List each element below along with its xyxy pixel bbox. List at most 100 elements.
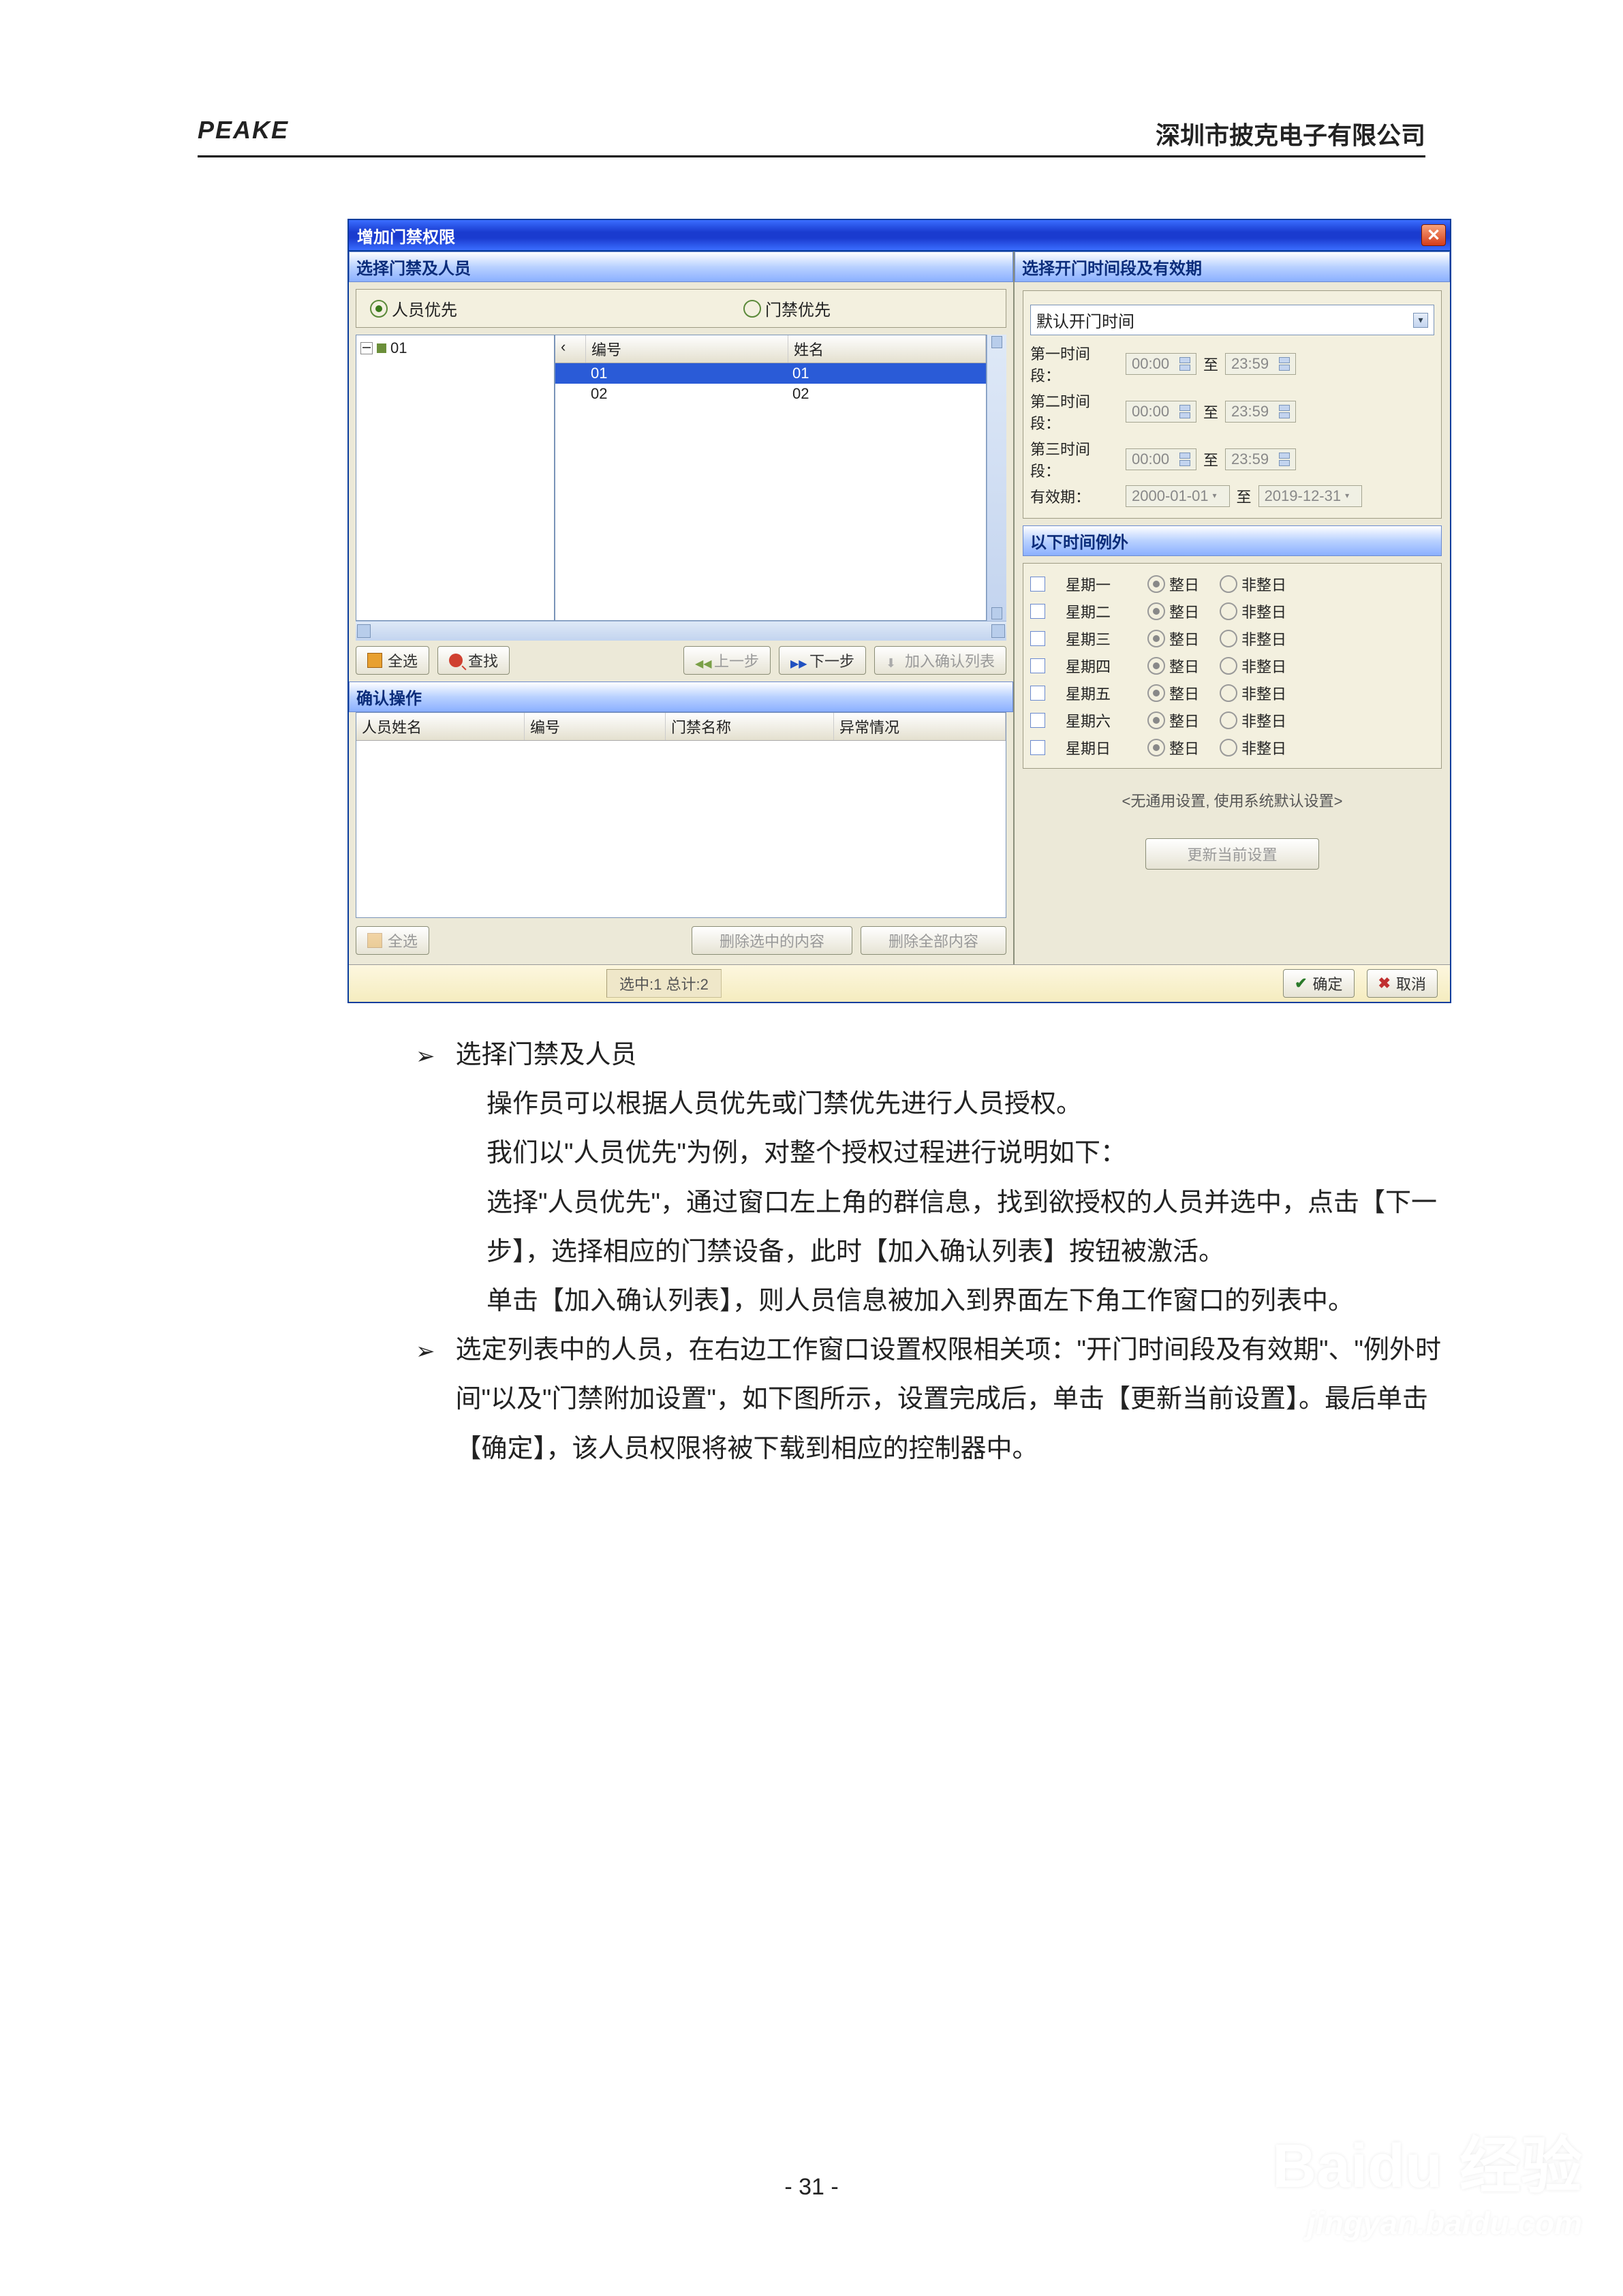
para1: 操作员可以根据人员优先或门禁优先进行人员授权。: [486, 1080, 1479, 1129]
radio-person-priority[interactable]: 人员优先: [370, 296, 457, 320]
radio-gate-label: 门禁优先: [765, 296, 831, 320]
radio-dot-icon: [1220, 602, 1237, 620]
radio-dot-icon: [743, 300, 761, 318]
select-all-button[interactable]: 全选: [356, 646, 429, 675]
fullday-radio[interactable]: 整日: [1147, 573, 1199, 595]
notfullday-label: 非整日: [1241, 573, 1286, 595]
list-row[interactable]: 01 01: [555, 363, 986, 384]
fullday-radio[interactable]: 整日: [1147, 709, 1199, 731]
person-list[interactable]: ‹ 编号 姓名 01 01 02: [555, 335, 987, 621]
fullday-radio[interactable]: 整日: [1147, 682, 1199, 704]
list-row[interactable]: 02 02: [555, 384, 986, 404]
fullday-label: 整日: [1169, 737, 1199, 759]
update-settings-button[interactable]: 更新当前设置: [1145, 838, 1318, 870]
radio-dot-icon: [1220, 575, 1237, 593]
chevron-down-icon: ▾: [1413, 313, 1428, 328]
tree-collapse-icon[interactable]: [360, 342, 373, 354]
notfullday-radio[interactable]: 非整日: [1220, 682, 1286, 704]
notfullday-radio[interactable]: 非整日: [1220, 573, 1286, 595]
update-label: 更新当前设置: [1187, 843, 1277, 865]
select-all-label: 全选: [388, 649, 418, 671]
weekday-label: 星期二: [1066, 600, 1127, 622]
vertical-scrollbar[interactable]: [987, 335, 1006, 621]
fullday-radio[interactable]: 整日: [1147, 655, 1199, 677]
fullday-label: 整日: [1169, 600, 1199, 622]
weekday-row: 星期三整日非整日: [1030, 625, 1434, 652]
document-body: ➢ 选择门禁及人员 操作员可以根据人员优先或门禁优先进行人员授权。 我们以"人员…: [416, 1030, 1479, 1473]
watermark-main: Baidu 经验: [1272, 2132, 1582, 2201]
radio-person-label: 人员优先: [392, 296, 457, 320]
confirm-table[interactable]: 人员姓名 编号 门禁名称 异常情况: [356, 712, 1006, 918]
radio-dot-icon: [1147, 684, 1165, 702]
weekday-checkbox[interactable]: [1030, 577, 1045, 592]
weekday-checkbox[interactable]: [1030, 631, 1045, 646]
delete-selected-button[interactable]: 删除选中的内容: [692, 926, 852, 955]
add-label: 加入确认列表: [905, 649, 995, 671]
weekday-checkbox[interactable]: [1030, 686, 1045, 701]
open-time-select[interactable]: 默认开门时间 ▾: [1030, 305, 1434, 335]
group-tree[interactable]: 01: [356, 335, 555, 621]
para2: 我们以"人员优先"为例，对整个授权过程进行说明如下：: [486, 1129, 1479, 1178]
right-section-header: 选择开门时间段及有效期: [1015, 251, 1450, 282]
t3-to-input[interactable]: 23:59: [1225, 448, 1296, 470]
notfullday-radio[interactable]: 非整日: [1220, 628, 1286, 649]
brand-text: PEAKE: [198, 116, 289, 151]
notfullday-label: 非整日: [1241, 682, 1286, 704]
confirm-section-header: 确认操作: [349, 682, 1013, 712]
fullday-label: 整日: [1169, 573, 1199, 595]
bullet1-title: 选择门禁及人员: [456, 1030, 637, 1080]
radio-gate-priority[interactable]: 门禁优先: [743, 296, 831, 320]
to-label: 至: [1203, 448, 1218, 470]
fullday-radio[interactable]: 整日: [1147, 600, 1199, 622]
chevron-left-icon[interactable]: ‹: [555, 335, 586, 363]
fullday-label: 整日: [1169, 682, 1199, 704]
week-exception-group: 星期一整日非整日星期二整日非整日星期三整日非整日星期四整日非整日星期五整日非整日…: [1023, 563, 1442, 769]
company-text: 深圳市披克电子有限公司: [1156, 116, 1425, 151]
fullday-radio[interactable]: 整日: [1147, 628, 1199, 649]
cell-name: 01: [787, 363, 986, 384]
notfullday-radio[interactable]: 非整日: [1220, 655, 1286, 677]
prev-label: 上一步: [714, 649, 759, 671]
weekday-checkbox[interactable]: [1030, 713, 1045, 728]
valid-to-input[interactable]: 2019-12-31▾: [1258, 485, 1363, 507]
list-header: ‹ 编号 姓名: [555, 335, 986, 363]
to-label: 至: [1237, 485, 1252, 507]
notfullday-radio[interactable]: 非整日: [1220, 737, 1286, 759]
t1-to-input[interactable]: 23:59: [1225, 353, 1296, 375]
notfullday-radio[interactable]: 非整日: [1220, 709, 1286, 731]
t2-to-input[interactable]: 23:59: [1225, 401, 1296, 423]
ok-button[interactable]: ✔ 确定: [1283, 969, 1354, 998]
notfullday-label: 非整日: [1241, 655, 1286, 677]
next-button[interactable]: 下一步: [779, 646, 866, 675]
t2-from-input[interactable]: 00:00: [1126, 401, 1196, 423]
bullet-arrow-icon: ➢: [416, 1330, 435, 1473]
radio-dot-icon: [370, 300, 388, 318]
fullday-radio[interactable]: 整日: [1147, 737, 1199, 759]
valid-from-input[interactable]: 2000-01-01▾: [1126, 485, 1230, 507]
t2-label: 第二时间段：: [1030, 390, 1119, 433]
t3-from-input[interactable]: 00:00: [1126, 448, 1196, 470]
weekday-checkbox[interactable]: [1030, 740, 1045, 755]
select-all2-button[interactable]: 全选: [356, 926, 429, 955]
close-button[interactable]: ✕: [1421, 224, 1446, 246]
radio-dot-icon: [1147, 630, 1165, 647]
delete-all-button[interactable]: 删除全部内容: [861, 926, 1006, 955]
check-icon: ✔: [1295, 975, 1307, 992]
cancel-button[interactable]: ✖ 取消: [1367, 969, 1438, 998]
weekday-checkbox[interactable]: [1030, 604, 1045, 619]
left-section-header: 选择门禁及人员: [349, 251, 1013, 282]
weekday-row: 星期五整日非整日: [1030, 679, 1434, 707]
prev-button[interactable]: 上一步: [683, 646, 771, 675]
fullday-label: 整日: [1169, 628, 1199, 649]
notfullday-radio[interactable]: 非整日: [1220, 600, 1286, 622]
find-button[interactable]: 查找: [437, 646, 510, 675]
to-label: 至: [1203, 401, 1218, 423]
weekday-checkbox[interactable]: [1030, 658, 1045, 673]
prev-icon: [695, 654, 709, 667]
para4: 单击【加入确认列表】，则人员信息被加入到界面左下角工作窗口的列表中。: [486, 1276, 1479, 1326]
to-label: 至: [1203, 353, 1218, 375]
horizontal-scrollbar[interactable]: [356, 621, 1006, 641]
t1-from-input[interactable]: 00:00: [1126, 353, 1196, 375]
search-icon: [449, 654, 463, 667]
add-to-list-button[interactable]: 加入确认列表: [874, 646, 1006, 675]
